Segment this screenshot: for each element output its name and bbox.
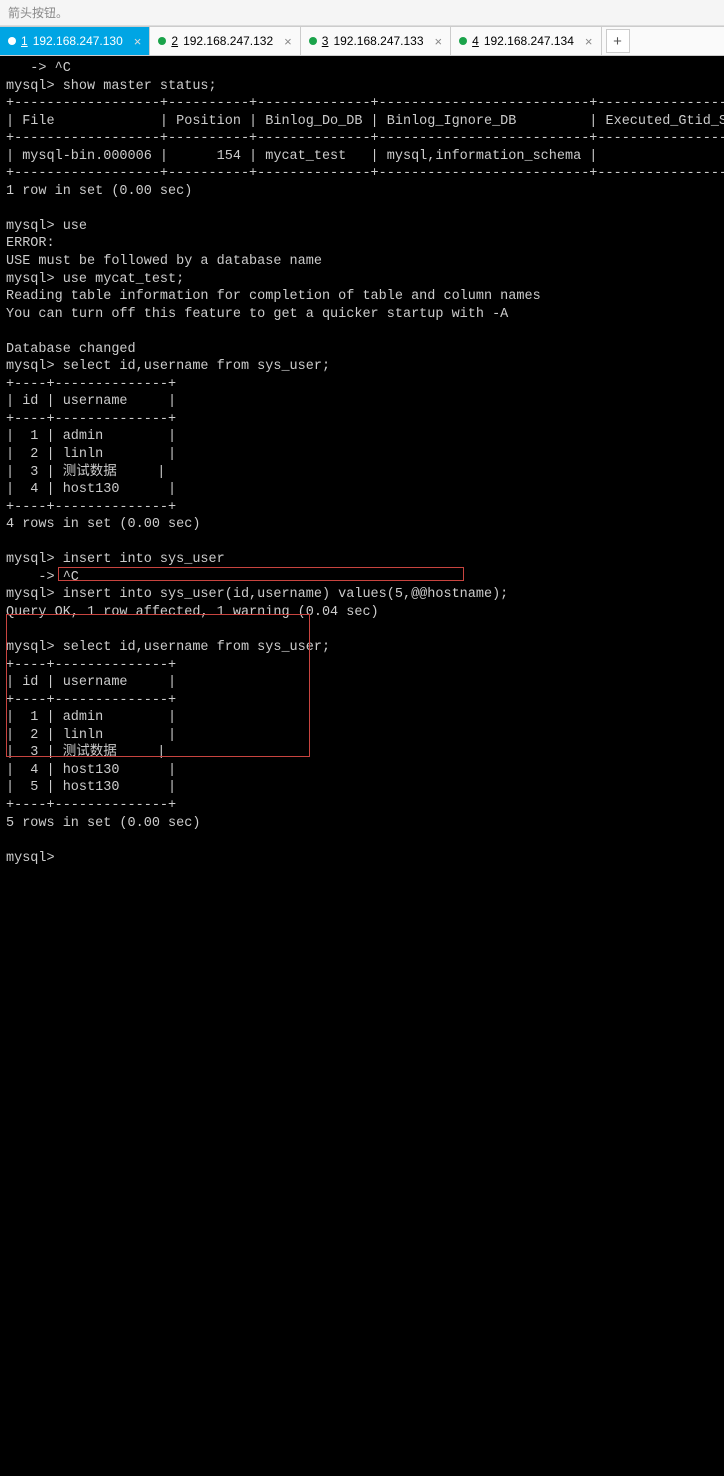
tab-session-3[interactable]: 3 192.168.247.133 ×: [301, 27, 451, 55]
tab-bar: 1 192.168.247.130 × 2 192.168.247.132 × …: [0, 26, 724, 56]
tab-number: 2: [171, 34, 178, 48]
close-icon[interactable]: ×: [585, 34, 593, 49]
tab-label: 192.168.247.134: [484, 34, 574, 48]
status-dot-icon: [8, 37, 16, 45]
tab-label: 192.168.247.132: [183, 34, 273, 48]
close-icon[interactable]: ×: [134, 34, 142, 49]
add-tab-button[interactable]: +: [606, 29, 630, 53]
caption-text: 箭头按钮。: [0, 0, 724, 26]
tab-label: 192.168.247.130: [33, 34, 123, 48]
tab-session-2[interactable]: 2 192.168.247.132 ×: [150, 27, 300, 55]
status-dot-icon: [309, 37, 317, 45]
terminal-output[interactable]: -> ^C mysql> show master status; +------…: [0, 56, 724, 1476]
tab-number: 3: [322, 34, 329, 48]
close-icon[interactable]: ×: [435, 34, 443, 49]
tab-number: 4: [472, 34, 479, 48]
tab-session-4[interactable]: 4 192.168.247.134 ×: [451, 27, 601, 55]
tab-session-1[interactable]: 1 192.168.247.130 ×: [0, 27, 150, 55]
highlight-box-result: [6, 614, 310, 757]
close-icon[interactable]: ×: [284, 34, 292, 49]
status-dot-icon: [158, 37, 166, 45]
status-dot-icon: [459, 37, 467, 45]
tab-number: 1: [21, 34, 28, 48]
tab-label: 192.168.247.133: [333, 34, 423, 48]
highlight-box-insert: [58, 567, 464, 581]
